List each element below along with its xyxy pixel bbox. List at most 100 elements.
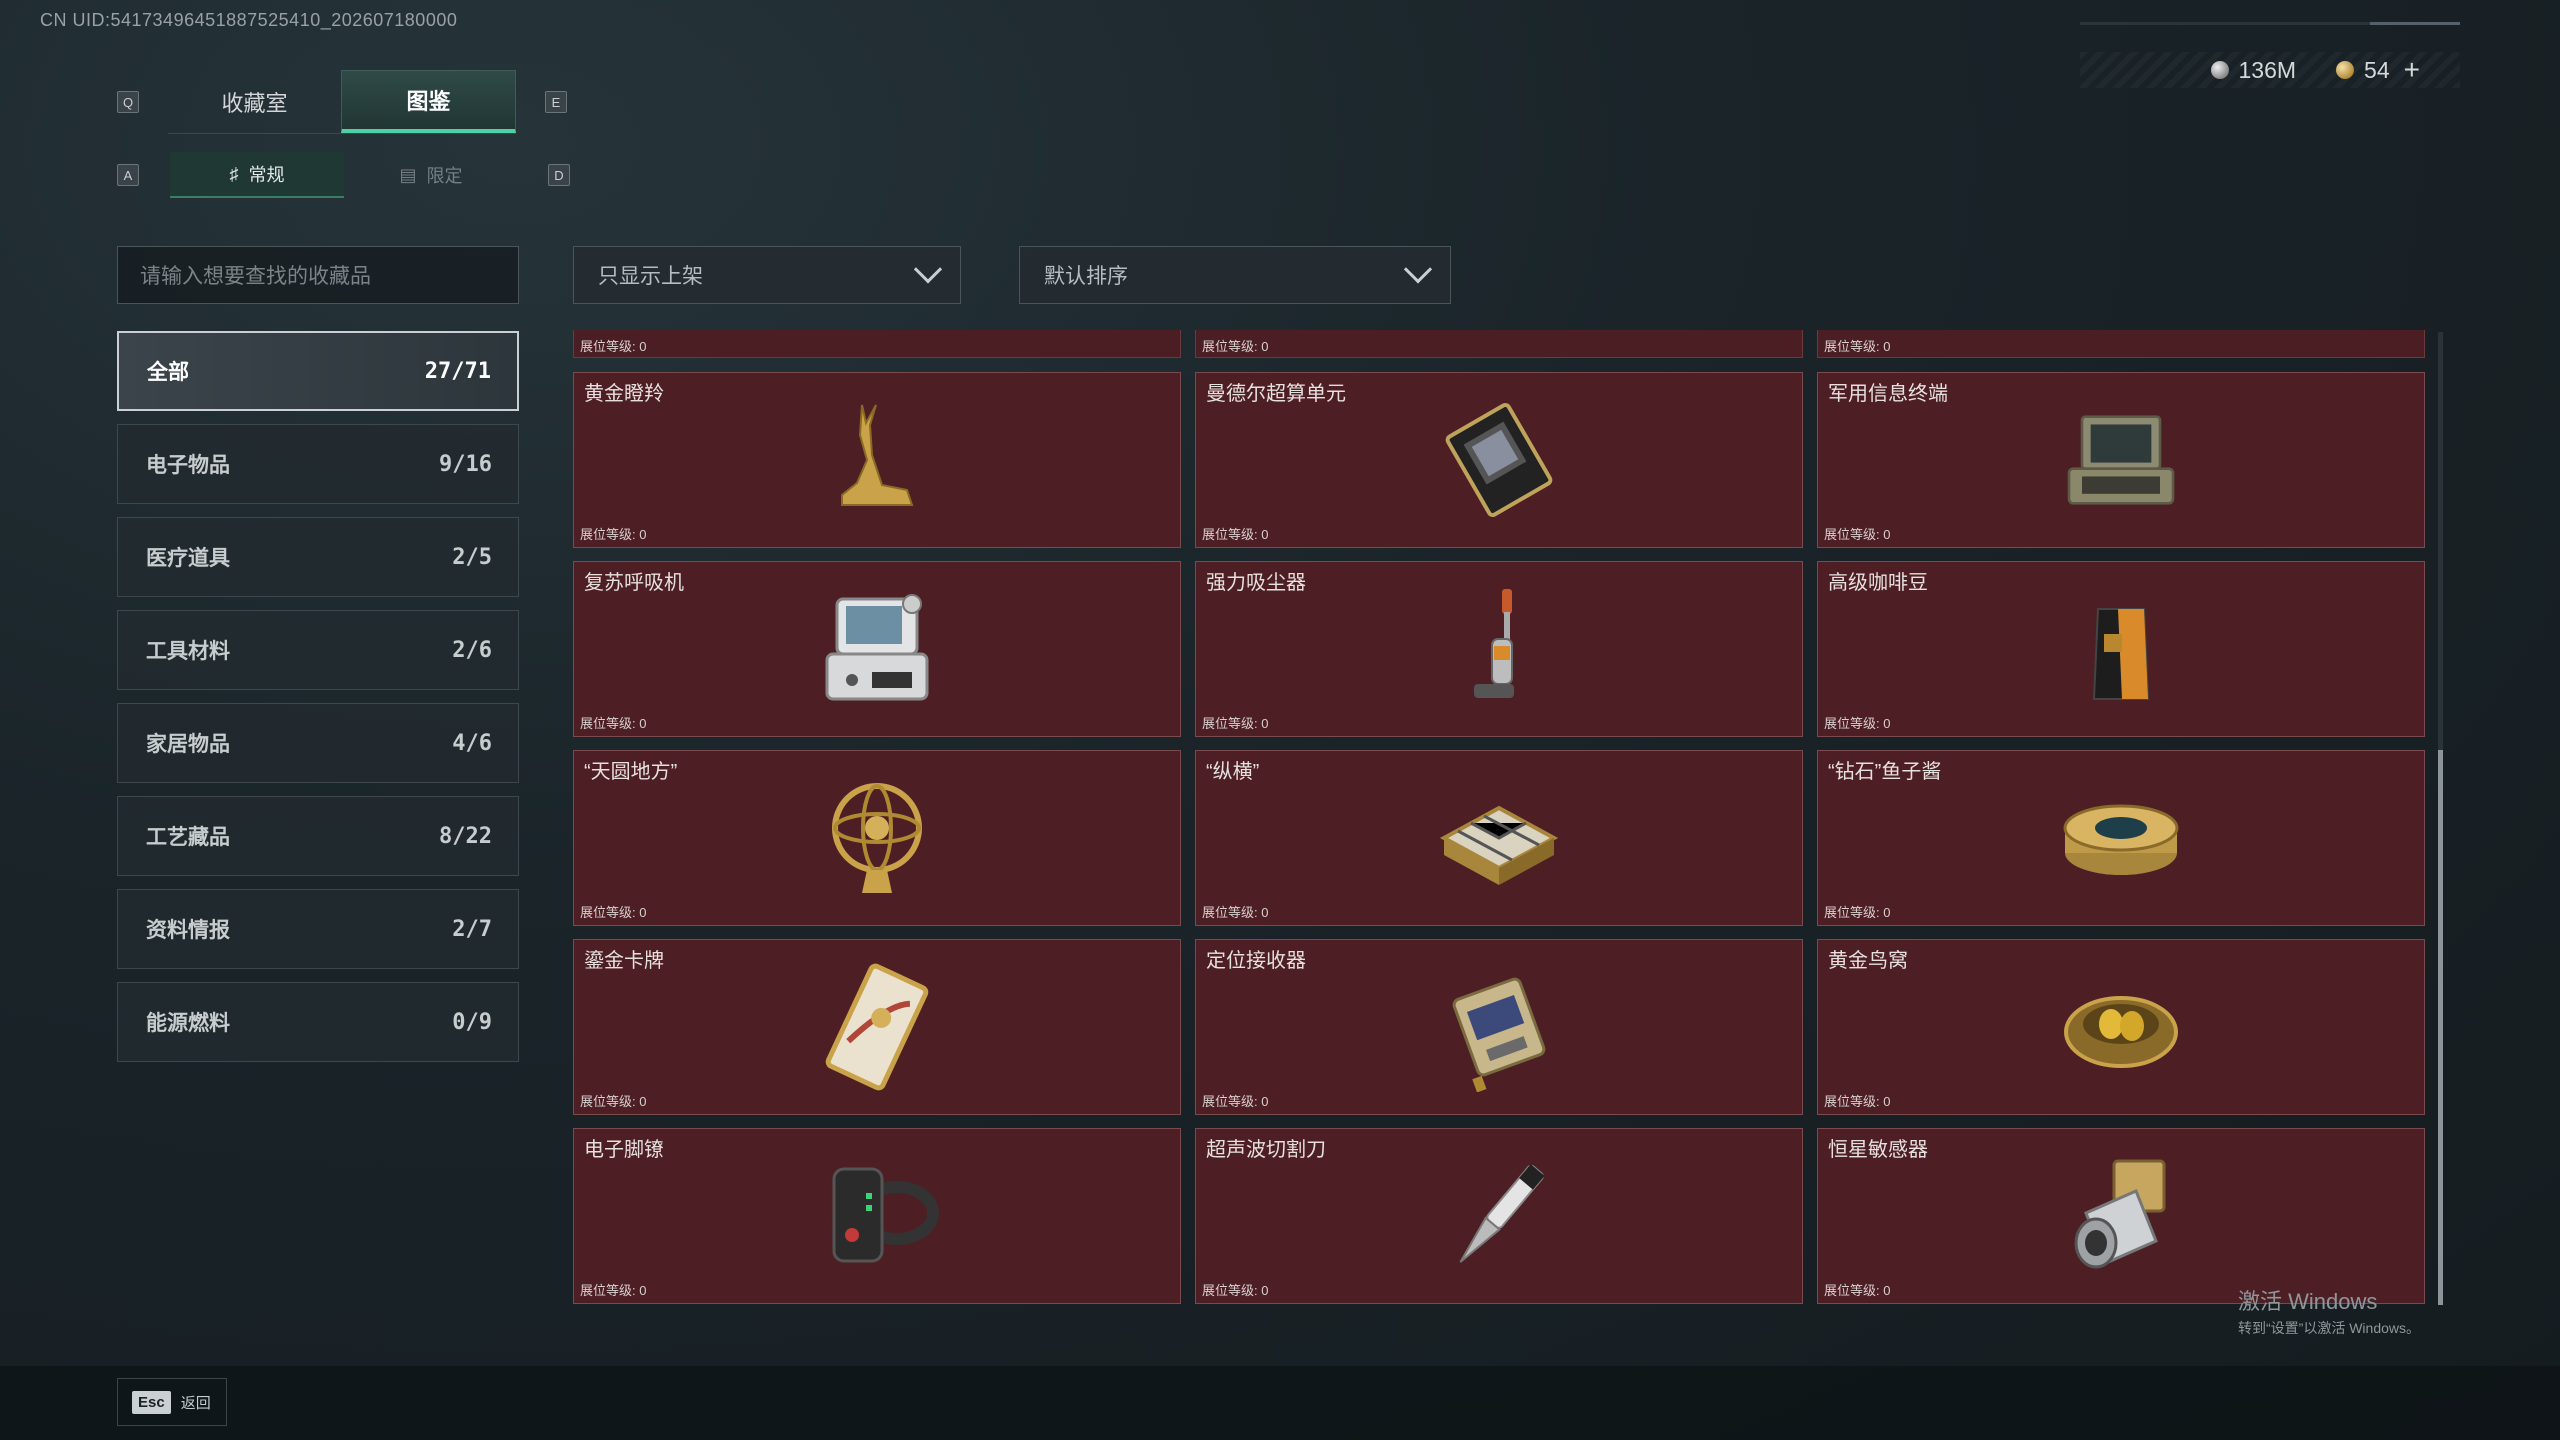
category-label: 工具材料 bbox=[146, 640, 230, 663]
subtab-limited[interactable]: ▤ 限定 bbox=[344, 152, 518, 198]
tab-catalog[interactable]: 图鉴 bbox=[341, 70, 516, 133]
bottle-icon: ♯ bbox=[229, 163, 239, 184]
item-card[interactable]: 鎏金卡牌 展位等级: 0 bbox=[573, 939, 1181, 1115]
item-name: “钻石”鱼子酱 bbox=[1828, 761, 1942, 783]
item-card[interactable]: 强力吸尘器 展位等级: 0 bbox=[1195, 561, 1803, 737]
esc-key-hint: Esc bbox=[132, 1390, 171, 1414]
subtab-limited-label: 限定 bbox=[426, 166, 463, 186]
item-name: “纵横” bbox=[1206, 761, 1260, 783]
category-household[interactable]: 家居物品 4/6 bbox=[117, 703, 519, 783]
item-name: 高级咖啡豆 bbox=[1828, 572, 1928, 594]
item-name: “天圆地方” bbox=[584, 761, 678, 783]
partial-item-card[interactable]: 展位等级: 0 bbox=[573, 330, 1181, 358]
gold-coin-icon bbox=[2336, 61, 2355, 79]
gilded-card-icon bbox=[812, 962, 942, 1092]
scrollbar-thumb[interactable] bbox=[2438, 750, 2443, 1305]
category-label: 医疗道具 bbox=[146, 547, 230, 570]
vacuum-cleaner-icon bbox=[1434, 584, 1564, 714]
watermark-line2: 转到“设置”以激活 Windows。 bbox=[2238, 1320, 2421, 1336]
item-card[interactable]: 电子脚镣 展位等级: 0 bbox=[573, 1128, 1181, 1304]
category-label: 能源燃料 bbox=[146, 1012, 230, 1035]
sort-dropdown[interactable]: 默认排序 bbox=[1019, 246, 1451, 304]
item-card[interactable]: 超声波切割刀 展位等级: 0 bbox=[1195, 1128, 1803, 1304]
silver-currency: 136M bbox=[2210, 57, 2296, 84]
display-level: 展位等级: 0 bbox=[1824, 339, 1891, 354]
display-level: 展位等级: 0 bbox=[1202, 1283, 1269, 1298]
gps-receiver-icon bbox=[1434, 962, 1564, 1092]
add-currency-button[interactable]: + bbox=[2404, 54, 2420, 86]
item-card[interactable]: 黄金瞪羚 展位等级: 0 bbox=[573, 372, 1181, 548]
display-level: 展位等级: 0 bbox=[1824, 1094, 1891, 1109]
display-level: 展位等级: 0 bbox=[1202, 527, 1269, 542]
sub-tabs: ♯ 常规 ▤ 限定 bbox=[170, 152, 518, 198]
display-level: 展位等级: 0 bbox=[580, 1094, 647, 1109]
display-level: 展位等级: 0 bbox=[580, 716, 647, 731]
display-level: 展位等级: 0 bbox=[1202, 339, 1269, 354]
grid-scrollbar[interactable] bbox=[2438, 332, 2443, 1305]
windows-activation-watermark: 激活 Windows 转到“设置”以激活 Windows。 bbox=[2238, 1284, 2420, 1338]
back-label: 返回 bbox=[180, 1394, 211, 1412]
shelf-filter-dropdown[interactable]: 只显示上架 bbox=[573, 246, 961, 304]
silver-coin-icon bbox=[2210, 61, 2229, 79]
footer-bar bbox=[0, 1366, 2560, 1440]
display-level: 展位等级: 0 bbox=[1824, 716, 1891, 731]
item-card[interactable]: 恒星敏感器 展位等级: 0 bbox=[1817, 1128, 2425, 1304]
display-level: 展位等级: 0 bbox=[580, 339, 647, 354]
search-input[interactable]: 请输入想要查找的收藏品 bbox=[117, 246, 519, 304]
display-level: 展位等级: 0 bbox=[580, 905, 647, 920]
item-name: 复苏呼吸机 bbox=[584, 572, 684, 594]
item-card[interactable]: 黄金鸟窝 展位等级: 0 bbox=[1817, 939, 2425, 1115]
category-label: 工艺藏品 bbox=[146, 826, 230, 849]
chevron-down-icon bbox=[1403, 255, 1433, 284]
category-electronics[interactable]: 电子物品 9/16 bbox=[117, 424, 519, 504]
tab-collection-room[interactable]: 收藏室 bbox=[168, 70, 341, 133]
display-level: 展位等级: 0 bbox=[580, 527, 647, 542]
category-label: 全部 bbox=[147, 361, 189, 384]
item-card[interactable]: “天圆地方” 展位等级: 0 bbox=[573, 750, 1181, 926]
item-name: 鎏金卡牌 bbox=[584, 950, 664, 972]
category-energy[interactable]: 能源燃料 0/9 bbox=[117, 982, 519, 1062]
item-card[interactable]: “钻石”鱼子酱 展位等级: 0 bbox=[1817, 750, 2425, 926]
display-level: 展位等级: 0 bbox=[1202, 716, 1269, 731]
category-all[interactable]: 全部 27/71 bbox=[117, 331, 519, 411]
item-name: 强力吸尘器 bbox=[1206, 572, 1306, 594]
item-card[interactable]: “纵横” 展位等级: 0 bbox=[1195, 750, 1803, 926]
item-card[interactable]: 复苏呼吸机 展位等级: 0 bbox=[573, 561, 1181, 737]
item-name: 黄金瞪羚 bbox=[584, 383, 664, 405]
item-card[interactable]: 高级咖啡豆 展位等级: 0 bbox=[1817, 561, 2425, 737]
category-count: 2/5 bbox=[452, 544, 492, 570]
subtab-regular[interactable]: ♯ 常规 bbox=[170, 152, 344, 198]
item-name: 黄金鸟窝 bbox=[1828, 950, 1908, 972]
category-medical[interactable]: 医疗道具 2/5 bbox=[117, 517, 519, 597]
currency-bar: 136M 54 + bbox=[2080, 52, 2460, 88]
item-cards: 黄金瞪羚 展位等级: 0 曼德尔超算单元 展位等级: 0 军用信息终端 展位等级… bbox=[573, 372, 2425, 1304]
limited-icon: ▤ bbox=[399, 164, 417, 185]
ultrasonic-cutter-icon bbox=[1434, 1151, 1564, 1281]
chevron-down-icon bbox=[913, 255, 943, 284]
category-count: 8/22 bbox=[439, 823, 492, 849]
caviar-tin-icon bbox=[2056, 773, 2186, 903]
item-name: 曼德尔超算单元 bbox=[1206, 383, 1346, 405]
golden-gazelle-icon bbox=[812, 395, 942, 525]
item-card[interactable]: 定位接收器 展位等级: 0 bbox=[1195, 939, 1803, 1115]
item-card[interactable]: 军用信息终端 展位等级: 0 bbox=[1817, 372, 2425, 548]
item-name: 电子脚镣 bbox=[584, 1139, 664, 1161]
display-level: 展位等级: 0 bbox=[1202, 905, 1269, 920]
armillary-sphere-icon bbox=[812, 773, 942, 903]
key-hint-a: A bbox=[117, 164, 139, 186]
partial-item-card[interactable]: 展位等级: 0 bbox=[1195, 330, 1803, 358]
display-level: 展位等级: 0 bbox=[1824, 1283, 1891, 1298]
category-label: 家居物品 bbox=[146, 733, 230, 756]
item-card[interactable]: 曼德尔超算单元 展位等级: 0 bbox=[1195, 372, 1803, 548]
category-tools[interactable]: 工具材料 2/6 bbox=[117, 610, 519, 690]
category-crafts[interactable]: 工艺藏品 8/22 bbox=[117, 796, 519, 876]
category-intel[interactable]: 资料情报 2/7 bbox=[117, 889, 519, 969]
category-count: 4/6 bbox=[452, 730, 492, 756]
partial-item-card[interactable]: 展位等级: 0 bbox=[1817, 330, 2425, 358]
gold-currency: 54 bbox=[2336, 57, 2390, 84]
display-level: 展位等级: 0 bbox=[1202, 1094, 1269, 1109]
back-button[interactable]: Esc 返回 bbox=[117, 1378, 227, 1426]
category-label: 资料情报 bbox=[146, 919, 230, 942]
category-count: 0/9 bbox=[452, 1009, 492, 1035]
item-name: 定位接收器 bbox=[1206, 950, 1306, 972]
